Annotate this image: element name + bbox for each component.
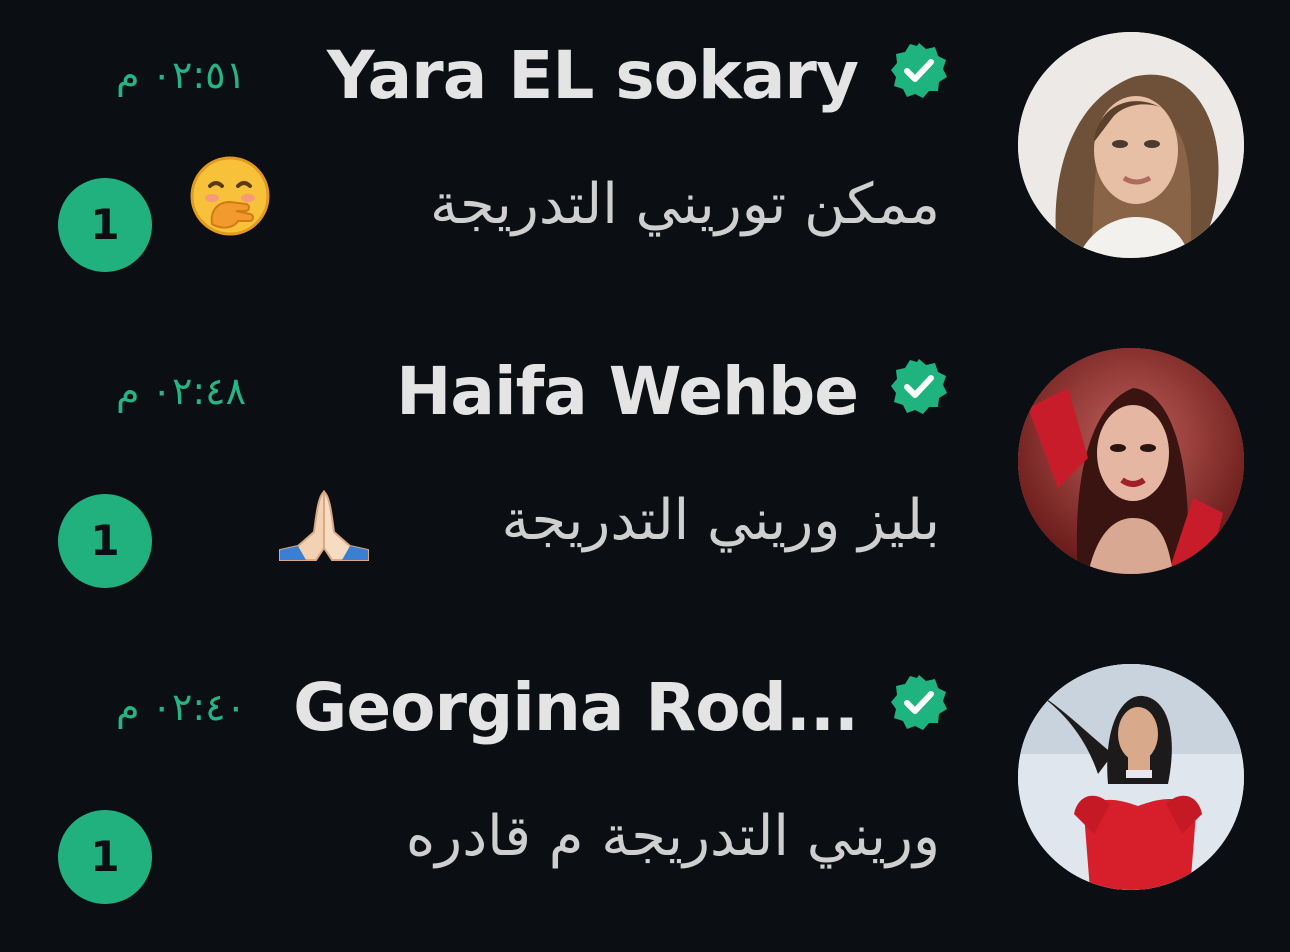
unread-count-badge: 1 [58,810,152,904]
contact-name: Haifa Wehbe [396,353,859,430]
contact-name: Yara EL sokary [326,37,859,114]
chat-list: Yara EL sokary ٠٢:٥١ م ممكن توريني التدر… [0,0,1290,952]
chat-row[interactable]: Yara EL sokary ٠٢:٥١ م ممكن توريني التدر… [0,0,1290,310]
timestamp: ٠٢:٤٠ م [115,685,246,729]
message-preview: بليز وريني التدريجة [501,488,940,553]
message-preview: وريني التدريجة م قادره [405,804,940,869]
timestamp: ٠٢:٤٨ م [115,369,246,413]
avatar[interactable] [1018,664,1244,890]
woman-red-dress-avatar-image [1018,664,1244,890]
woman-red-gloves-avatar-image [1018,348,1244,574]
face-with-hand-over-mouth-icon [188,154,272,238]
unread-count-badge: 1 [58,178,152,272]
chat-row[interactable]: Haifa Wehbe ٠٢:٤٨ م بليز وريني التدريجة … [0,316,1290,626]
message-preview: ممكن توريني التدريجة [430,172,940,237]
verified-badge-icon [888,356,950,418]
woman-light-hair-avatar-image [1018,32,1244,258]
timestamp: ٠٢:٥١ م [115,53,246,97]
avatar[interactable] [1018,348,1244,574]
verified-badge-icon [888,672,950,734]
unread-count-badge: 1 [58,494,152,588]
chat-row[interactable]: Georgina Rod... ٠٢:٤٠ م وريني التدريجة م… [0,632,1290,942]
folded-hands-icon [276,488,372,564]
verified-badge-icon [888,40,950,102]
contact-name: Georgina Rod... [293,669,859,746]
avatar[interactable] [1018,32,1244,258]
